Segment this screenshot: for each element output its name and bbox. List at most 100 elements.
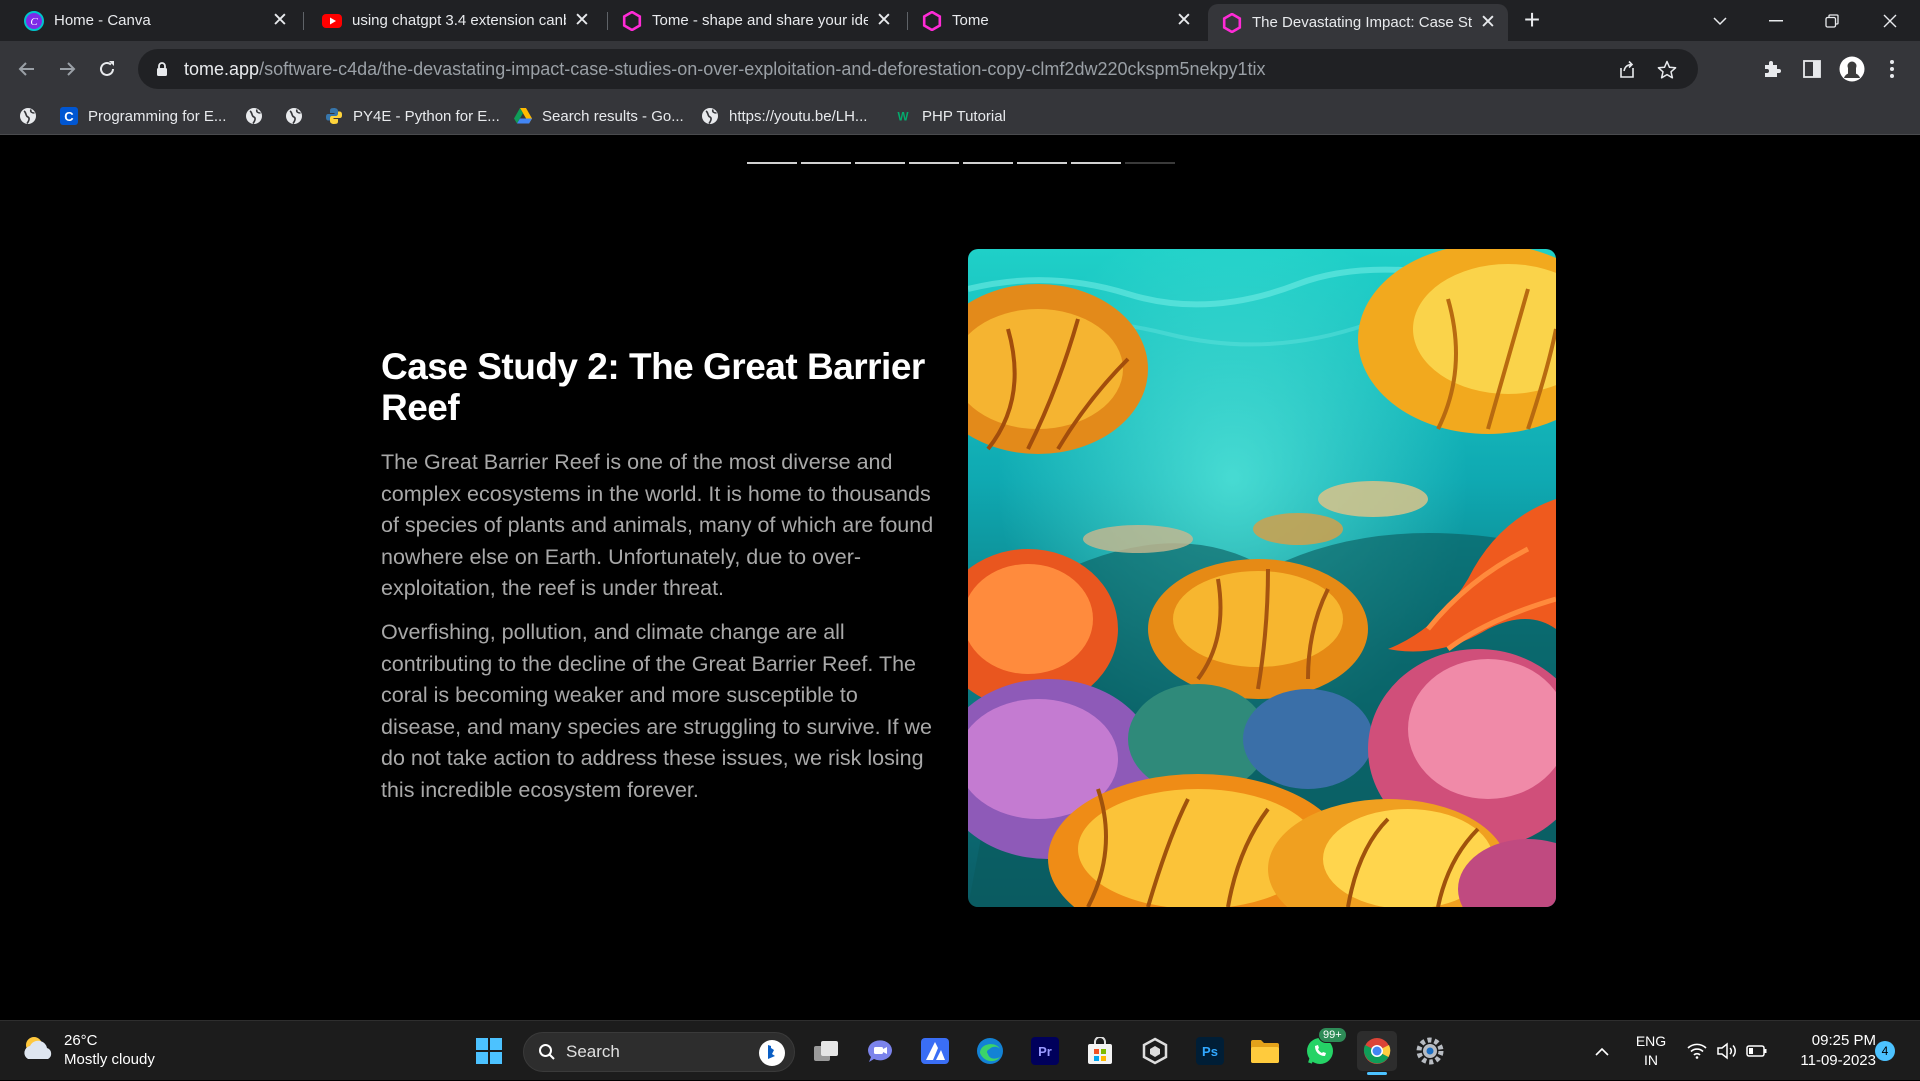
minimize-button[interactable] [1748, 0, 1804, 41]
tome-icon [1222, 12, 1242, 33]
premiere-pro-icon[interactable]: Pr [1027, 1033, 1063, 1069]
address-bar[interactable]: tome.app/software-c4da/the-devastating-i… [138, 49, 1698, 89]
weather-temperature: 26°C [64, 1032, 98, 1049]
close-icon[interactable]: ✕ [874, 10, 894, 31]
bookmarks-bar: C Programming for E... PY4E - Python for… [0, 97, 1920, 135]
tab-strip: C Home - Canva ✕ using chatgpt 3.4 exten… [0, 0, 1920, 41]
profile-avatar[interactable] [1838, 55, 1866, 83]
globe-icon [19, 107, 37, 125]
bookmark-search-results[interactable]: Search results - Go... [514, 97, 684, 135]
menu-kebab-icon[interactable] [1878, 55, 1906, 83]
close-icon[interactable]: ✕ [270, 10, 290, 31]
bookmark-programming[interactable]: C Programming for E... [60, 97, 226, 135]
slide-progress-segment[interactable] [963, 162, 1013, 164]
settings-gear-icon[interactable] [1412, 1033, 1448, 1069]
photoshop-icon[interactable]: Ps [1192, 1033, 1228, 1069]
bookmark-star-icon[interactable] [1656, 59, 1678, 81]
notification-count-badge[interactable]: 4 [1875, 1041, 1895, 1061]
svg-text:C: C [30, 16, 38, 28]
tome-slide-page: Case Study 2: The Great Barrier Reef The… [0, 135, 1920, 1020]
bookmark-label: https://youtu.be/LH... [729, 107, 868, 125]
tab-separator [303, 12, 304, 30]
globe-icon [245, 107, 263, 125]
tab-tome[interactable]: Tome ✕ [908, 0, 1204, 41]
close-icon[interactable]: ✕ [1478, 12, 1498, 33]
bookmark-globe-2[interactable] [245, 97, 273, 135]
language-code: ENG [1635, 1033, 1667, 1049]
search-icon [538, 1043, 556, 1061]
tab-title: Home - Canva [54, 12, 151, 29]
bing-chat-icon[interactable] [758, 1039, 786, 1072]
new-tab-button[interactable]: + [1517, 6, 1547, 36]
url-text[interactable]: tome.app/software-c4da/the-devastating-i… [184, 59, 1266, 80]
lock-icon[interactable] [154, 61, 170, 77]
coral-reef-image [968, 249, 1556, 907]
slide-title: Case Study 2: The Great Barrier Reef [381, 346, 925, 428]
forward-button[interactable] [51, 53, 83, 85]
side-panel-icon[interactable] [1798, 55, 1826, 83]
svg-text:Ps: Ps [1202, 1044, 1218, 1059]
globe-icon [701, 107, 719, 125]
task-view-icon[interactable] [808, 1033, 844, 1069]
slide-progress-segment[interactable] [1017, 162, 1067, 164]
system-clock[interactable]: 09:25 PM 11-09-2023 [1780, 1031, 1876, 1071]
windows-start-icon[interactable] [471, 1033, 507, 1069]
taskbar-search[interactable]: Search [523, 1032, 795, 1072]
teams-chat-icon[interactable] [862, 1033, 898, 1069]
restore-button[interactable] [1804, 0, 1860, 41]
bookmark-globe-1[interactable] [19, 97, 47, 135]
volume-icon[interactable] [1714, 1021, 1740, 1081]
slide-paragraph-1: The Great Barrier Reef is one of the mos… [381, 450, 934, 600]
close-icon[interactable]: ✕ [572, 10, 592, 31]
browser-toolbar: tome.app/software-c4da/the-devastating-i… [0, 41, 1920, 97]
active-app-indicator [1367, 1072, 1387, 1075]
close-window-button[interactable] [1862, 0, 1918, 41]
search-label: Search [566, 1042, 620, 1061]
bookmark-php-tutorial[interactable]: W PHP Tutorial [894, 97, 1005, 135]
reload-button[interactable] [91, 53, 123, 85]
bookmark-globe-3[interactable] [285, 97, 313, 135]
slide-progress-segment[interactable] [801, 162, 851, 164]
slide-progress-segment[interactable] [1125, 162, 1175, 164]
slide-progress-segment[interactable] [909, 162, 959, 164]
tab-title: Tome [952, 12, 989, 29]
canva-icon: C [24, 10, 44, 31]
tab-title: Tome - shape and share your ide [652, 12, 868, 29]
clock-date: 11-09-2023 [1800, 1052, 1876, 1069]
slide-progress-segment[interactable] [1071, 162, 1121, 164]
slide-progress-segment[interactable] [855, 162, 905, 164]
whatsapp-icon[interactable]: 99+ [1302, 1027, 1347, 1069]
svg-text:C: C [64, 109, 74, 124]
svg-text:Pr: Pr [1038, 1044, 1052, 1059]
bookmark-py4e[interactable]: PY4E - Python for E... [325, 97, 500, 135]
close-icon[interactable]: ✕ [1174, 10, 1194, 31]
tab-title: The Devastating Impact: Case Stu [1252, 14, 1472, 31]
tab-tome-share[interactable]: Tome - shape and share your ide ✕ [608, 0, 904, 41]
language-indicator[interactable]: ENG IN [1628, 1021, 1674, 1081]
w3schools-icon: W [894, 107, 912, 125]
battery-icon[interactable] [1744, 1021, 1770, 1081]
tab-home-canva[interactable]: C Home - Canva ✕ [10, 0, 300, 41]
file-explorer-icon[interactable] [1247, 1033, 1283, 1069]
bookmark-youtube-link[interactable]: https://youtu.be/LH... [701, 97, 867, 135]
back-button[interactable] [11, 53, 43, 85]
chrome-icon[interactable] [1357, 1031, 1397, 1075]
app-blue-a-icon[interactable] [917, 1033, 953, 1069]
extensions-puzzle-icon[interactable] [1758, 55, 1786, 83]
tab-title: using chatgpt 3.4 extension canb [352, 12, 566, 29]
whatsapp-unread-badge: 99+ [1318, 1027, 1347, 1043]
tray-overflow-chevron-icon[interactable] [1590, 1021, 1614, 1081]
youtube-icon [322, 11, 342, 31]
unity-icon[interactable] [1137, 1033, 1173, 1069]
share-icon[interactable] [1616, 59, 1638, 81]
edge-icon[interactable] [972, 1033, 1008, 1069]
slide-progress-segment[interactable] [747, 162, 797, 164]
tab-search-chevron-icon[interactable] [1692, 0, 1748, 41]
microsoft-store-icon[interactable] [1082, 1033, 1118, 1069]
cloudy-weather-icon [20, 1033, 56, 1068]
tab-devastating-impact-active[interactable]: The Devastating Impact: Case Stu ✕ [1208, 4, 1508, 41]
weather-widget[interactable]: 26°C Mostly cloudy [20, 1031, 155, 1069]
tab-youtube[interactable]: using chatgpt 3.4 extension canb ✕ [308, 0, 602, 41]
windows-taskbar: 26°C Mostly cloudy Search Pr Ps 99+ ENG … [0, 1020, 1920, 1080]
wifi-icon[interactable] [1684, 1021, 1710, 1081]
